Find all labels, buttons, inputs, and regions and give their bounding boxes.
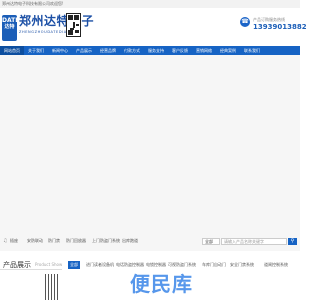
qr-code-image [66, 13, 81, 37]
search-category-select[interactable]: 全部 [202, 238, 220, 245]
nav-item-products[interactable]: 产品展示 [72, 46, 96, 55]
logo-badge[interactable]: DATE 达特 [2, 15, 20, 41]
bell-icon: ♫ [3, 238, 8, 244]
site-header: DATE 达特 郑州达特电子 ZHENGZHOUDATEDIANZI ☎ 产品订… [0, 8, 307, 46]
logo-badge-line1: DATE [2, 17, 20, 24]
nav-item-payment[interactable]: 付款方式 [120, 46, 144, 55]
category-tag[interactable]: 插座 [10, 238, 18, 244]
category-tag[interactable]: 上门防盗门系统 [92, 238, 120, 244]
product-tab[interactable]: 安全门禁系统 [230, 261, 254, 269]
nav-item-support[interactable]: 服务支持 [144, 46, 168, 55]
hotline-number: 13939013882 [253, 23, 307, 31]
category-tag[interactable]: 出库跑道 [122, 238, 138, 244]
tab-all[interactable]: 全部 [68, 261, 80, 269]
nav-item-feedback[interactable]: 客户反馈 [168, 46, 192, 55]
nav-item-about[interactable]: 关于我们 [24, 46, 48, 55]
banner-area [0, 55, 300, 251]
phone-icon: ☎ [240, 17, 250, 27]
section-divider [0, 269, 62, 270]
nav-item-network[interactable]: 营销网络 [192, 46, 216, 55]
search-input[interactable] [221, 238, 287, 245]
category-tag[interactable]: 防门禁 [48, 238, 60, 244]
product-tab[interactable]: 车库门自动门 [202, 261, 226, 269]
nav-item-cases[interactable]: 经典案例 [216, 46, 240, 55]
product-image[interactable] [44, 274, 58, 300]
nav-item-brands[interactable]: 经营品牌 [96, 46, 120, 55]
company-name: 郑州达特电子 [19, 14, 95, 28]
welcome-text: 郑州达特电子科技有限公司欢迎您! [2, 1, 64, 6]
nav-item-contact[interactable]: 联系我们 [240, 46, 264, 55]
products-subtitle: Product Show [35, 262, 63, 267]
watermark: 便民库 [130, 272, 193, 296]
search-button[interactable]: ⚲ [288, 238, 297, 245]
product-tab[interactable]: 道闸控制系统 [264, 261, 288, 269]
nav-item-home[interactable]: 网站首页 [0, 46, 24, 55]
category-tag[interactable]: 防门回放器 [66, 238, 86, 244]
search-icon: ⚲ [290, 238, 295, 244]
category-row: ♫ 插座 安防联动 防门禁 防门回放器 上门防盗门系统 出库跑道 全部 ⚲ [0, 236, 300, 246]
logo-badge-line2: 达特 [4, 24, 15, 30]
product-tab[interactable]: 进门读者设备机 [86, 261, 114, 269]
category-tag[interactable]: 安防联动 [27, 238, 43, 244]
top-bar: 郑州达特电子科技有限公司欢迎您! [0, 0, 300, 8]
nav-item-news[interactable]: 新闻中心 [48, 46, 72, 55]
main-nav: 网站首页 关于我们 新闻中心 产品展示 经营品牌 付款方式 服务支持 客户反馈 … [0, 46, 300, 55]
